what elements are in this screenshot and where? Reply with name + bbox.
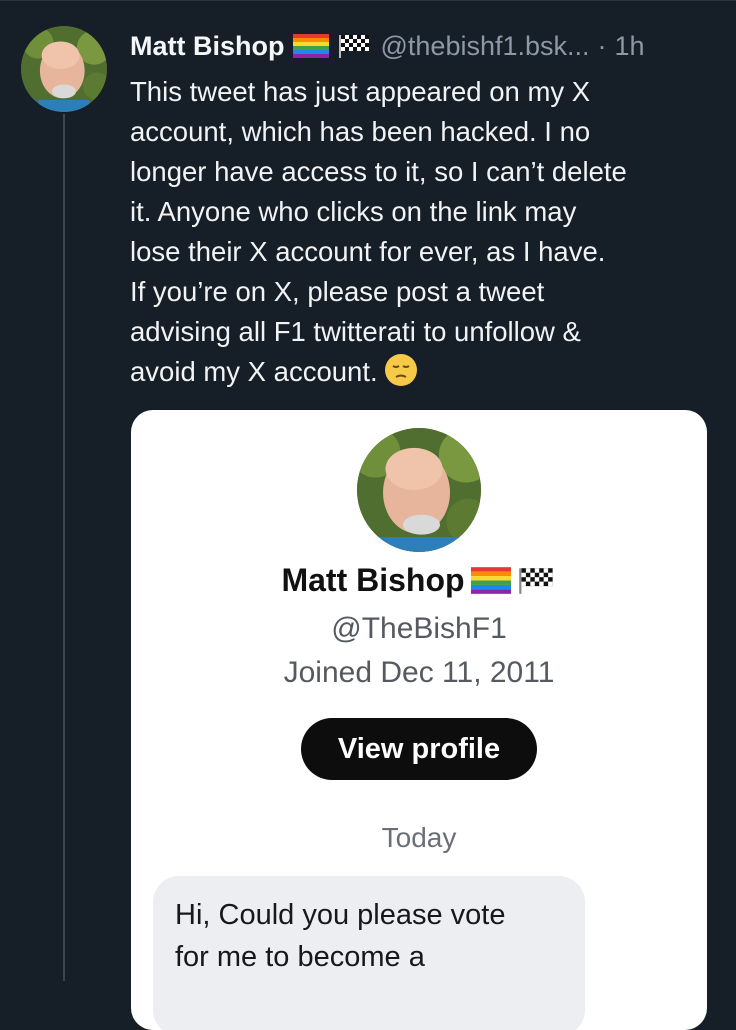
card-avatar (357, 428, 481, 552)
card-handle: @TheBishF1 (331, 612, 507, 645)
top-divider (0, 0, 736, 1)
message-text-line: Hi, Could you please vote (175, 899, 506, 931)
post-text-line: advising all F1 twitterati to unfollow & (130, 316, 581, 347)
post-text: This tweet has just appeared on my X acc… (130, 72, 720, 392)
card-avatar-image (357, 428, 481, 552)
author-handle[interactable]: @thebishf1.bsk... (381, 31, 590, 62)
post-text-last-line: avoid my X account. (130, 352, 720, 392)
pensive-face-icon (384, 353, 418, 387)
card-name-row: Matt Bishop (131, 562, 707, 599)
avatar-image (21, 26, 107, 112)
message-bubble: Hi, Could you please vote for me to beco… (153, 876, 585, 1030)
message-text: Hi, Could you please vote for me to beco… (175, 894, 575, 978)
post-text-line: avoid my X account. (130, 356, 378, 387)
embedded-screenshot-card[interactable]: Matt Bishop @TheBishF1 Joined Dec 11, 20… (131, 410, 707, 1030)
post-text-line: lose their X account for ever, as I have… (130, 236, 606, 267)
post-header: Matt Bishop @thebishf1.bsk... · 1h (130, 28, 645, 64)
post-time[interactable]: 1h (615, 31, 645, 62)
author-name[interactable]: Matt Bishop (130, 31, 285, 62)
message-text-line: for me to become a (175, 941, 425, 973)
card-display-name: Matt Bishop (281, 562, 465, 598)
post-text-line: This tweet has just appeared on my X (130, 76, 591, 107)
author-avatar[interactable] (21, 26, 107, 112)
meta-separator: · (597, 30, 607, 61)
post-text-line: account, which has been hacked. I no (130, 116, 591, 147)
view-profile-button[interactable]: View profile (301, 718, 537, 780)
checkered-flag-icon (517, 567, 557, 594)
card-joined-date: Joined Dec 11, 2011 (283, 656, 555, 689)
rainbow-flag-icon (292, 34, 329, 58)
rainbow-flag-icon (470, 567, 511, 594)
checkered-flag-icon (337, 34, 373, 58)
post-text-line: If you’re on X, please post a tweet (130, 276, 545, 307)
post-text-line: it. Anyone who clicks on the link may (130, 196, 577, 227)
thread-line (63, 114, 65, 981)
card-day-label: Today (381, 822, 457, 853)
post-text-line: longer have access to it, so I can’t del… (130, 156, 627, 187)
